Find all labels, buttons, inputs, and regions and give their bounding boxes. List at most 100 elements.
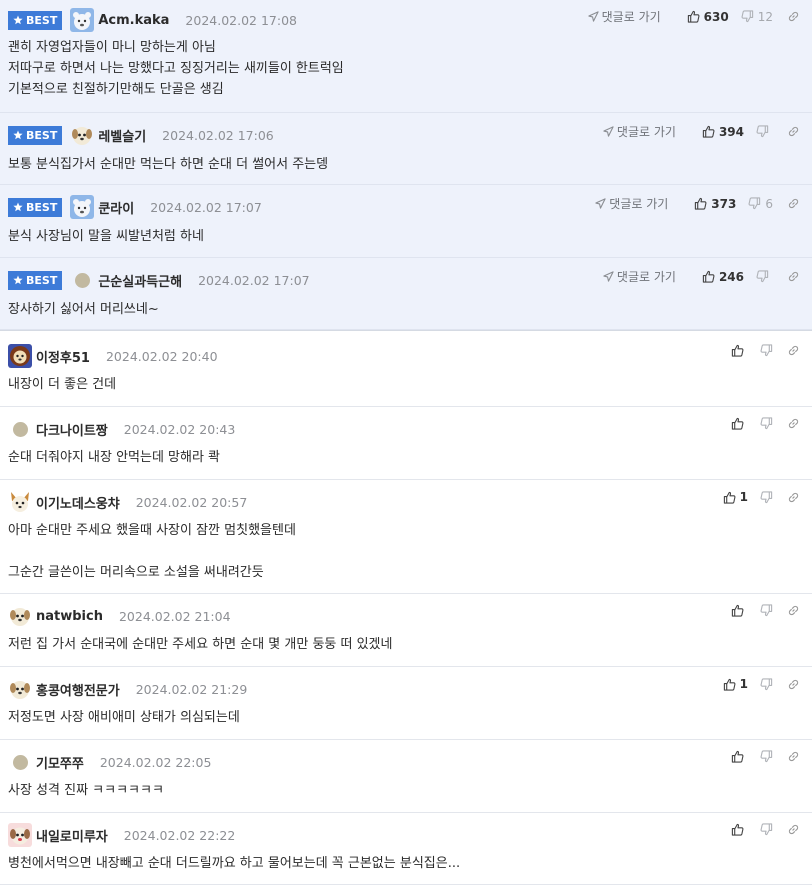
best-badge: BEST bbox=[8, 197, 63, 217]
goto-reply-link[interactable]: 댓글로 가기 bbox=[603, 123, 676, 140]
puppy-avatar-icon[interactable] bbox=[70, 123, 94, 147]
comment-body: 순대 더줘야지 내장 안먹는데 망해라 콱 bbox=[8, 450, 221, 465]
timestamp: 2024.02.02 20:40 bbox=[105, 348, 218, 364]
link-icon[interactable] bbox=[787, 417, 800, 430]
nickname[interactable]: 이기노데스웅챠 bbox=[36, 493, 120, 512]
timestamp: 2024.02.02 17:08 bbox=[185, 12, 297, 28]
downvote-button[interactable] bbox=[760, 417, 773, 430]
downvote-button[interactable] bbox=[760, 750, 773, 763]
downvote-button[interactable] bbox=[760, 604, 773, 617]
thumbs-up-icon bbox=[731, 604, 744, 617]
nickname[interactable]: 쿤라이 bbox=[98, 198, 134, 217]
goto-reply-link[interactable]: 댓글로 가기 bbox=[595, 195, 668, 212]
upvote-button[interactable] bbox=[731, 417, 748, 430]
upvote-button[interactable]: 630 bbox=[687, 10, 729, 24]
downvote-button[interactable] bbox=[760, 823, 773, 836]
star-icon bbox=[13, 15, 23, 25]
nickname[interactable]: 근순실과득근해 bbox=[98, 271, 182, 290]
thumbs-up-icon bbox=[723, 491, 736, 504]
thumbs-down-icon bbox=[756, 270, 769, 283]
lion-avatar-icon[interactable] bbox=[8, 344, 32, 368]
dot-avatar-icon[interactable] bbox=[8, 417, 32, 441]
nickname[interactable]: 다크나이트짱 bbox=[36, 420, 108, 439]
goto-reply-link[interactable]: 댓글로 가기 bbox=[603, 268, 676, 285]
puppy-avatar-icon[interactable] bbox=[8, 677, 32, 701]
downvote-count: 6 bbox=[765, 196, 773, 211]
thumbs-down-icon bbox=[760, 490, 773, 503]
comment-item: 이기노데스웅챠 2024.02.02 20:57 1 아마 순대만 주세요 했을… bbox=[0, 480, 812, 594]
upvote-button[interactable] bbox=[731, 823, 748, 836]
best-comment: BEST Acm.kaka 2024.02.02 17:08 댓글로 가기 63… bbox=[0, 0, 812, 113]
upvote-button[interactable] bbox=[731, 750, 748, 763]
upvote-count: 630 bbox=[703, 9, 729, 24]
bear-avatar-icon[interactable] bbox=[70, 195, 95, 219]
upvote-button[interactable] bbox=[731, 344, 748, 357]
downvote-button[interactable] bbox=[756, 125, 773, 138]
upvote-button[interactable]: 394 bbox=[702, 125, 744, 139]
nickname[interactable]: natwbich bbox=[36, 609, 103, 624]
downvote-button[interactable] bbox=[760, 677, 773, 691]
link-icon[interactable] bbox=[787, 678, 800, 691]
thumbs-up-icon bbox=[702, 270, 715, 283]
timestamp: 2024.02.02 20:57 bbox=[135, 494, 248, 510]
downvote-button[interactable] bbox=[756, 270, 773, 283]
upvote-button[interactable]: 1 bbox=[723, 677, 748, 691]
comment-body: 장사하기 싫어서 머리쓰네~ bbox=[8, 302, 159, 317]
thumbs-up-icon bbox=[731, 417, 744, 430]
nickname[interactable]: 내일로미루자 bbox=[36, 826, 108, 845]
link-icon[interactable] bbox=[787, 604, 800, 617]
star-icon bbox=[13, 202, 23, 212]
dot-avatar-icon[interactable] bbox=[8, 750, 32, 774]
fox-avatar-icon[interactable] bbox=[8, 490, 32, 514]
comment-body: 저정도면 사장 애비애미 상태가 의심되는데 bbox=[8, 710, 240, 725]
dot-avatar-icon[interactable] bbox=[70, 268, 94, 292]
nickname[interactable]: 이정후51 bbox=[36, 347, 90, 366]
best-badge: BEST bbox=[8, 125, 63, 145]
puppy-red-avatar-icon[interactable] bbox=[8, 823, 32, 847]
thumbs-up-icon bbox=[731, 750, 744, 763]
link-icon[interactable] bbox=[787, 344, 800, 357]
link-icon[interactable] bbox=[787, 125, 800, 138]
downvote-button[interactable] bbox=[760, 344, 773, 357]
downvote-button[interactable] bbox=[760, 490, 773, 504]
timestamp: 2024.02.02 22:22 bbox=[123, 827, 236, 843]
thumbs-up-icon bbox=[731, 344, 744, 357]
nickname[interactable]: 홍콩여행전문가 bbox=[36, 680, 120, 699]
link-icon[interactable] bbox=[787, 270, 800, 283]
downvote-button[interactable]: 12 bbox=[741, 10, 773, 24]
comment-item: 다크나이트짱 2024.02.02 20:43 순대 더줘야지 내장 안먹는데 … bbox=[0, 407, 812, 480]
bear-avatar-icon[interactable] bbox=[70, 8, 95, 32]
comment-item: 이정후51 2024.02.02 20:40 내장이 더 좋은 건데 bbox=[0, 334, 812, 407]
comment-body: 괜히 자영업자들이 마니 망하는게 아님 저따구로 하면서 나는 망했다고 징징… bbox=[8, 40, 344, 97]
comment-list: BEST Acm.kaka 2024.02.02 17:08 댓글로 가기 63… bbox=[0, 0, 812, 885]
comment-item: natwbich 2024.02.02 21:04 저런 집 가서 순대국에 순… bbox=[0, 594, 812, 667]
puppy-avatar-icon[interactable] bbox=[8, 604, 32, 628]
goto-reply-link[interactable]: 댓글로 가기 bbox=[588, 8, 661, 25]
timestamp: 2024.02.02 20:43 bbox=[123, 421, 236, 437]
comment-body: 분식 사장님이 말을 씨발년처럼 하네 bbox=[8, 229, 204, 244]
link-icon[interactable] bbox=[787, 197, 800, 210]
thumbs-up-icon bbox=[695, 197, 707, 210]
star-icon bbox=[13, 275, 23, 285]
upvote-button[interactable]: 373 bbox=[694, 197, 736, 211]
nickname[interactable]: Acm.kaka bbox=[98, 13, 169, 28]
thumbs-down-icon bbox=[756, 125, 769, 138]
comment-item: 홍콩여행전문가 2024.02.02 21:29 1 저정도면 사장 애비애미 … bbox=[0, 667, 812, 740]
nickname[interactable]: 레벨슬기 bbox=[98, 126, 146, 145]
upvote-button[interactable]: 246 bbox=[702, 270, 744, 284]
link-icon[interactable] bbox=[787, 10, 800, 23]
upvote-button[interactable]: 1 bbox=[723, 490, 748, 504]
downvote-button[interactable]: 6 bbox=[748, 197, 773, 211]
link-icon[interactable] bbox=[787, 750, 800, 763]
nickname[interactable]: 기모쭈쭈 bbox=[36, 753, 84, 772]
thumbs-down-icon bbox=[760, 750, 773, 763]
best-comment: BEST 근순실과득근해 2024.02.02 17:07 댓글로 가기 246… bbox=[0, 258, 812, 330]
comment-item: 기모쭈쭈 2024.02.02 22:05 사장 성격 진짜 ㅋㅋㅋㅋㅋㅋ bbox=[0, 740, 812, 813]
link-icon[interactable] bbox=[787, 823, 800, 836]
upvote-button[interactable] bbox=[731, 604, 748, 617]
thumbs-up-icon bbox=[687, 10, 700, 23]
upvote-count: 246 bbox=[718, 269, 744, 284]
link-icon[interactable] bbox=[787, 491, 800, 504]
send-icon bbox=[603, 126, 614, 137]
comment-body: 아마 순대만 주세요 했을때 사장이 잠깐 멈칫했을텐데 그순간 글쓴이는 머리… bbox=[8, 523, 296, 580]
